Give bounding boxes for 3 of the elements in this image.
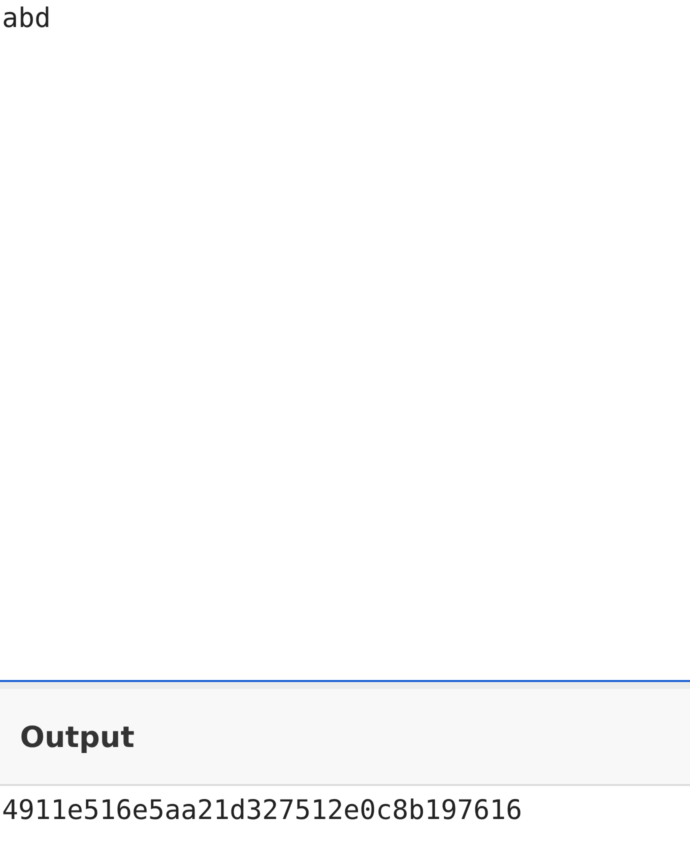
resize-handle[interactable] [0, 682, 690, 689]
output-text: 4911e516e5aa21d327512e0c8b197616 [1, 794, 524, 828]
output-title: Output [20, 720, 134, 754]
